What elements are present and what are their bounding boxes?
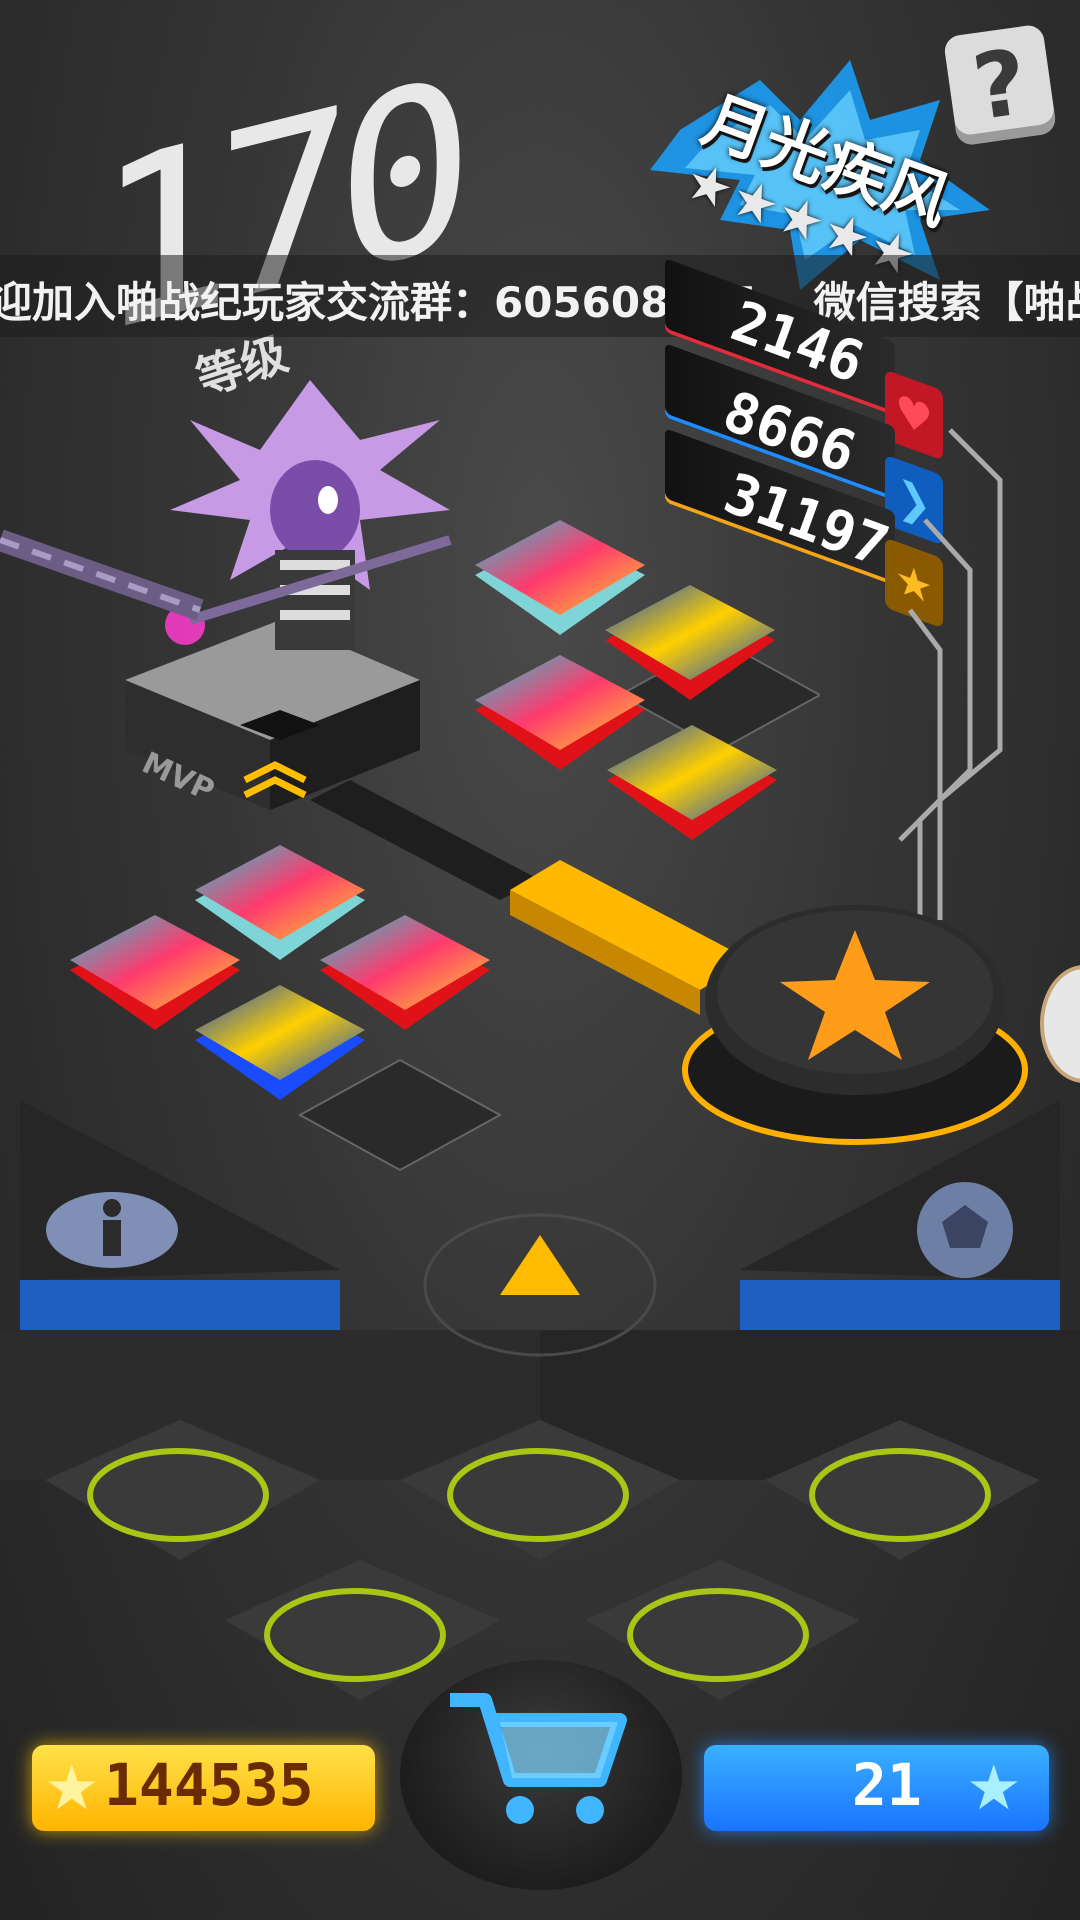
star-icon: ★ xyxy=(966,1751,1022,1824)
cart-icon xyxy=(450,1693,627,1824)
triangle-up-icon xyxy=(500,1235,580,1295)
shop-button[interactable] xyxy=(400,1660,682,1890)
info-button[interactable] xyxy=(45,1190,180,1270)
up-button[interactable] xyxy=(420,1210,660,1360)
coin-balance: ★ 144535 xyxy=(32,1745,375,1831)
announcement-text: 迎加入啪战纪玩家交流群：605608515。 微信搜索【啪战纪 xyxy=(0,278,1080,327)
card-spa[interactable] xyxy=(70,915,240,1030)
gem-balance: 21 ★ xyxy=(704,1745,1049,1831)
side-menu-button[interactable] xyxy=(1040,965,1080,1083)
card-spa[interactable] xyxy=(475,520,645,635)
circuit-lines xyxy=(898,428,1003,920)
slot-3 xyxy=(765,1420,1040,1560)
star-icon: ★ xyxy=(44,1751,100,1824)
slot-2 xyxy=(400,1420,680,1560)
announcement-banner: 迎加入啪战纪玩家交流群：605608515。 微信搜索【啪战纪 xyxy=(0,255,1080,337)
coin-value: 144535 xyxy=(104,1751,314,1819)
gem-value: 21 xyxy=(852,1751,922,1819)
slot-1 xyxy=(45,1420,320,1560)
collection-button[interactable] xyxy=(910,1180,1020,1280)
